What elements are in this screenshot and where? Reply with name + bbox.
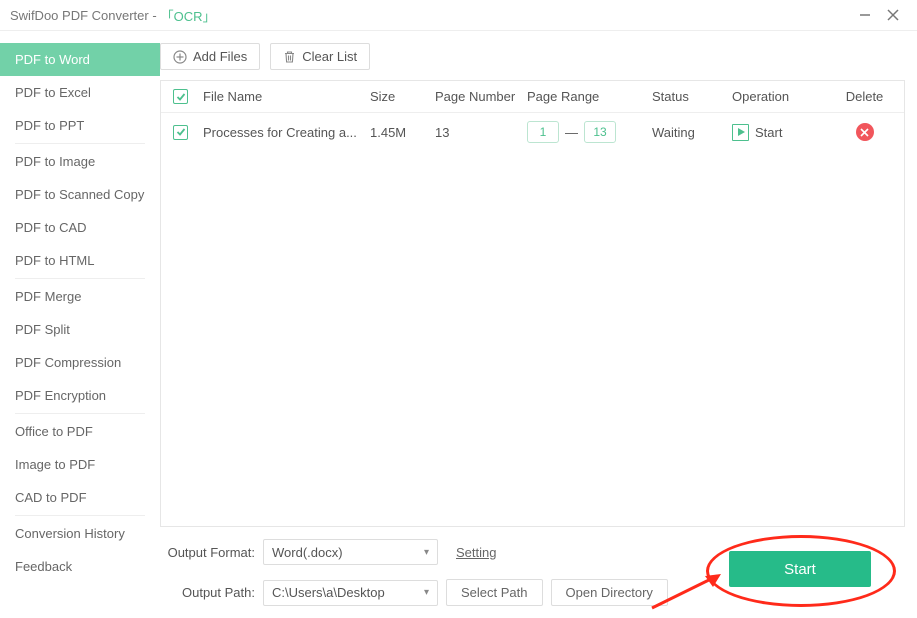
output-path-value: C:\Users\a\Desktop (272, 585, 385, 600)
sidebar-item-pdf-compression[interactable]: PDF Compression (0, 346, 160, 379)
clear-list-button[interactable]: Clear List (270, 43, 370, 70)
col-filename: File Name (203, 89, 370, 104)
output-format-select[interactable]: Word(.docx) ▾ (263, 539, 438, 565)
sidebar-item-feedback[interactable]: Feedback (0, 550, 160, 583)
output-format-value: Word(.docx) (272, 545, 343, 560)
sidebar-item-pdf-to-image[interactable]: PDF to Image (0, 145, 160, 178)
status: Waiting (652, 125, 732, 140)
play-icon[interactable] (732, 124, 749, 141)
add-files-button[interactable]: Add Files (160, 43, 260, 70)
sidebar-item-pdf-merge[interactable]: PDF Merge (0, 280, 160, 313)
select-path-button[interactable]: Select Path (446, 579, 543, 606)
col-status: Status (652, 89, 732, 104)
sidebar-item-cad-to-pdf[interactable]: CAD to PDF (0, 481, 160, 514)
page-number: 13 (435, 125, 527, 140)
file-table: File Name Size Page Number Page Range St… (160, 80, 905, 527)
ocr-badge[interactable]: OCR (161, 6, 216, 25)
output-path-label: Output Path: (160, 585, 255, 600)
col-size: Size (370, 89, 435, 104)
sidebar-item-conversion-history[interactable]: Conversion History (0, 517, 160, 550)
delete-button[interactable] (856, 123, 874, 141)
sidebar-item-office-to-pdf[interactable]: Office to PDF (0, 415, 160, 448)
table-row: Processes for Creating a...1.45M13—Waiti… (161, 113, 904, 151)
app-title: SwifDoo PDF Converter - (10, 8, 157, 23)
output-format-label: Output Format: (160, 545, 255, 560)
caret-down-icon: ▾ (424, 587, 429, 598)
col-range: Page Range (527, 89, 652, 104)
sidebar-item-pdf-encryption[interactable]: PDF Encryption (0, 379, 160, 412)
start-button[interactable]: Start (729, 551, 871, 587)
sidebar-item-pdf-to-excel[interactable]: PDF to Excel (0, 76, 160, 109)
row-checkbox[interactable] (173, 125, 188, 140)
page-to-input[interactable] (584, 121, 616, 143)
caret-down-icon: ▾ (424, 547, 429, 558)
sidebar-item-pdf-split[interactable]: PDF Split (0, 313, 160, 346)
col-page: Page Number (435, 89, 527, 104)
sidebar-item-pdf-to-scanned-copy[interactable]: PDF to Scanned Copy (0, 178, 160, 211)
open-directory-button[interactable]: Open Directory (551, 579, 668, 606)
sidebar: PDF to WordPDF to ExcelPDF to PPTPDF to … (0, 31, 160, 618)
page-from-input[interactable] (527, 121, 559, 143)
sidebar-item-pdf-to-word[interactable]: PDF to Word (0, 43, 160, 76)
sidebar-item-pdf-to-ppt[interactable]: PDF to PPT (0, 109, 160, 142)
add-files-label: Add Files (193, 49, 247, 64)
clear-list-label: Clear List (302, 49, 357, 64)
row-start-button[interactable]: Start (755, 125, 782, 140)
setting-link[interactable]: Setting (456, 545, 496, 560)
select-all-checkbox[interactable] (173, 89, 188, 104)
plus-icon (173, 50, 187, 64)
file-name: Processes for Creating a... (203, 125, 370, 140)
sidebar-item-image-to-pdf[interactable]: Image to PDF (0, 448, 160, 481)
col-operation: Operation (732, 89, 837, 104)
trash-icon (283, 50, 296, 64)
file-size: 1.45M (370, 125, 435, 140)
close-button[interactable] (879, 1, 907, 29)
sidebar-item-pdf-to-cad[interactable]: PDF to CAD (0, 211, 160, 244)
sidebar-item-pdf-to-html[interactable]: PDF to HTML (0, 244, 160, 277)
col-delete: Delete (837, 89, 892, 104)
minimize-button[interactable] (851, 1, 879, 29)
output-path-select[interactable]: C:\Users\a\Desktop ▾ (263, 580, 438, 606)
